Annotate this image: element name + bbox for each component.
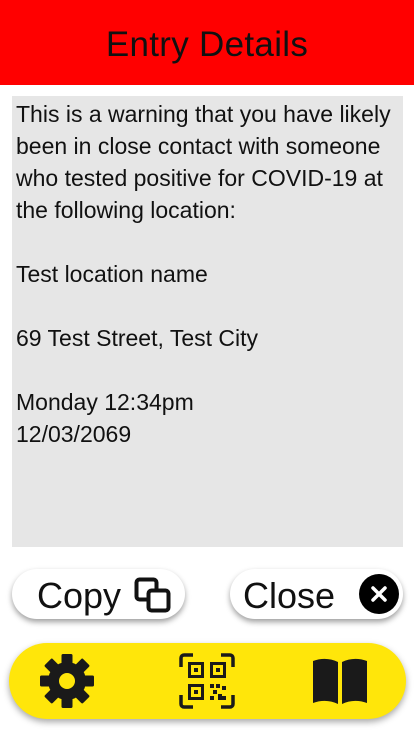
book-nav-button[interactable]: [311, 653, 369, 709]
header-bar: Entry Details: [0, 0, 414, 85]
page-title: Entry Details: [105, 24, 309, 64]
settings-nav-button[interactable]: [38, 653, 96, 709]
gear-icon: [40, 654, 94, 708]
close-icon: [359, 574, 399, 614]
entry-details-screen: Entry Details This is a warning that you…: [0, 0, 414, 735]
copy-button[interactable]: Copy: [12, 569, 185, 619]
qr-code-icon: [179, 653, 235, 709]
warning-message-text: This is a warning that you have likely b…: [16, 101, 391, 447]
book-icon: [313, 658, 367, 704]
close-button[interactable]: Close: [230, 569, 403, 619]
copy-button-label: Copy: [37, 575, 122, 616]
close-button-label: Close: [243, 575, 336, 616]
warning-message-panel: This is a warning that you have likely b…: [12, 96, 403, 547]
copy-icon: [134, 577, 171, 613]
scan-qr-nav-button[interactable]: [178, 653, 236, 709]
bottom-navigation-bar: [9, 643, 406, 719]
